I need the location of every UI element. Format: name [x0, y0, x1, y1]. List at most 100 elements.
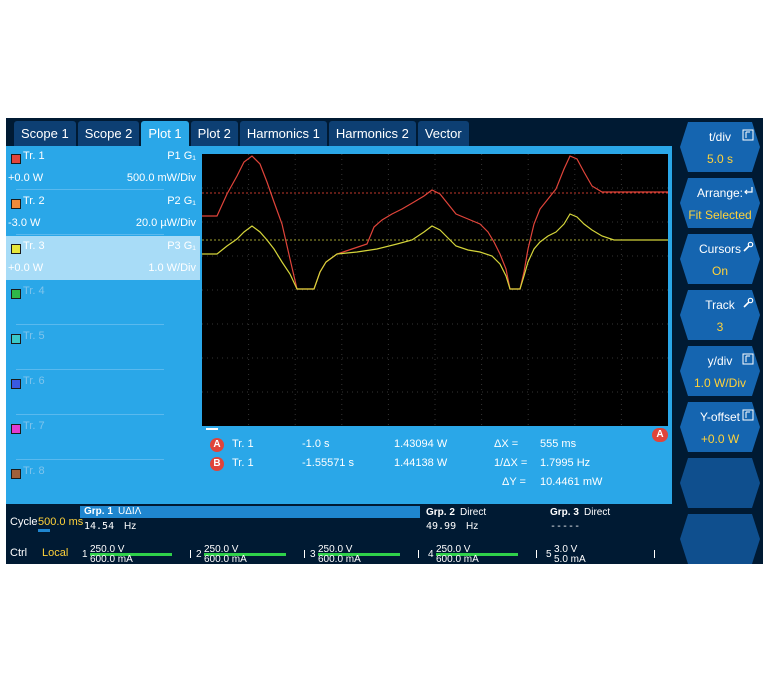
channel-range-tick: [536, 550, 537, 558]
channel-number: 2: [196, 549, 202, 560]
softkey-track[interactable]: Track 3: [680, 290, 760, 340]
track-separator: [16, 189, 164, 190]
track-offset-value: +0.0 W: [8, 172, 44, 184]
cursor-b-track: Tr. 1: [232, 457, 254, 469]
channel-current-range: 600.0 mA: [318, 554, 361, 564]
channel-current-range: 600.0 mA: [436, 554, 479, 564]
channel-number: 1: [82, 549, 88, 560]
track-8[interactable]: Tr. 8: [6, 461, 200, 505]
cursor-b-value: 1.44138 W: [394, 457, 448, 469]
track-5[interactable]: Tr. 5: [6, 326, 200, 370]
inverse-delta-x-value: 1.7995 Hz: [540, 457, 591, 469]
delta-y-row: ΔY = 10.4461 mW: [202, 474, 668, 492]
softkey-t-div[interactable]: t/div 5.0 s: [680, 122, 760, 172]
group-2-mode: Direct: [460, 507, 487, 518]
track-separator: [16, 324, 164, 325]
tab-scope-1[interactable]: Scope 1: [14, 121, 76, 147]
track-name: Tr. 1: [23, 150, 45, 162]
channel-3[interactable]: 3 250.0 V 600.0 mA: [310, 544, 422, 564]
softkey-y-div[interactable]: y/div 1.0 W/Div: [680, 346, 760, 396]
softkey-y-offset[interactable]: Y-offset +0.0 W: [680, 402, 760, 452]
group-1-header[interactable]: Grp. 1 UΔIΛ: [80, 506, 420, 518]
tab-vector[interactable]: Vector: [417, 121, 469, 147]
wrench-icon: [742, 296, 754, 308]
plot-canvas[interactable]: [202, 154, 668, 426]
track-name: Tr. 6: [23, 375, 45, 387]
cursor-a-track: Tr. 1: [232, 438, 254, 450]
cursor-b-badge[interactable]: B: [210, 457, 224, 471]
track-source: P1 G₁: [167, 150, 196, 162]
track-7[interactable]: Tr. 7: [6, 416, 200, 460]
group-3-name[interactable]: Grp. 3: [550, 507, 579, 518]
tab-plot-1[interactable]: Plot 1: [141, 121, 189, 147]
track-offset-value: +0.0 W: [8, 262, 44, 274]
tab-harmonics-1[interactable]: Harmonics 1: [239, 121, 327, 147]
channel-range-tick: [418, 550, 419, 558]
track-color-swatch: [11, 469, 21, 479]
group-3-frequency: -----: [550, 521, 581, 532]
softkey-empty-8[interactable]: [680, 514, 760, 564]
softkey-value: Fit Selected: [688, 208, 752, 222]
track-scale: 500.0 mW/Div: [126, 172, 196, 184]
delta-x-label: ΔX =: [494, 438, 519, 450]
channel-range-tick: [654, 550, 655, 558]
group-1-name: Grp. 1: [84, 506, 113, 517]
track-name: Tr. 7: [23, 420, 45, 432]
channel-5[interactable]: 5 3.0 V 5.0 mA: [546, 544, 658, 564]
softkey-empty-7[interactable]: [680, 458, 760, 508]
track-6[interactable]: Tr. 6: [6, 371, 200, 415]
group-2-frequency: 49.99: [426, 521, 457, 532]
softkey-value: On: [711, 264, 728, 278]
track-name: Tr. 4: [23, 285, 45, 297]
track-name: Tr. 5: [23, 330, 45, 342]
tab-bar: Scope 1 Scope 2 Plot 1 Plot 2 Harmonics 1 Har…: [14, 121, 471, 147]
channel-1[interactable]: 1 250.0 V 600.0 mA: [82, 544, 194, 564]
track-2[interactable]: Tr. 2 P2 G₁ -3.0 W 20.0 µW/Div: [6, 191, 200, 235]
track-name: Tr. 3: [23, 240, 45, 252]
track-list: Tr. 1 P1 G₁ +0.0 W 500.0 mW/Div Tr. 2 P2 G₁ -3…: [6, 146, 200, 505]
channel-number: 5: [546, 549, 552, 560]
cursor-b-time: -1.55571 s: [302, 457, 354, 469]
track-color-swatch: [11, 244, 21, 254]
channel-4[interactable]: 4 250.0 V 600.0 mA: [428, 544, 540, 564]
cycle-indicator: [38, 529, 50, 532]
softkey-panel: t/div 5.0 s Arrange: Fit Selected Cursors On T…: [676, 118, 763, 564]
inverse-delta-x-label: 1/ΔX =: [494, 457, 528, 469]
track-color-swatch: [11, 154, 21, 164]
tab-plot-2[interactable]: Plot 2: [190, 121, 238, 147]
ctrl-value: Local: [42, 547, 69, 559]
group-2-name[interactable]: Grp. 2: [426, 507, 455, 518]
cycle-value: 500.0 ms: [38, 516, 84, 528]
track-color-swatch: [11, 199, 21, 209]
return-icon: [742, 184, 754, 196]
cursor-a-row: A Tr. 1 -1.0 s 1.43094 W ΔX = 555 ms: [202, 436, 668, 454]
cursor-a-time: -1.0 s: [302, 438, 330, 450]
softkey-arrange[interactable]: Arrange: Fit Selected: [680, 178, 760, 228]
scroll-position-mark: [206, 428, 218, 430]
softkey-cursors[interactable]: Cursors On: [680, 234, 760, 284]
track-source: P2 G₁: [167, 195, 196, 207]
track-color-swatch: [11, 424, 21, 434]
channel-range-tick: [190, 550, 191, 558]
channel-2[interactable]: 2 250.0 V 600.0 mA: [196, 544, 308, 564]
softkey-value: 1.0 W/Div: [693, 376, 746, 390]
tab-scope-2[interactable]: Scope 2: [77, 121, 140, 147]
channel-range-tick: [304, 550, 305, 558]
cursor-a-value: 1.43094 W: [394, 438, 448, 450]
cursor-readout: A Tr. 1 -1.0 s 1.43094 W ΔX = 555 ms B T…: [202, 432, 668, 504]
delta-x-value: 555 ms: [540, 438, 577, 450]
track-color-swatch: [11, 289, 21, 299]
scale-icon: [742, 352, 754, 365]
track-name: Tr. 2: [23, 195, 45, 207]
track-source: P3 G₁: [167, 240, 196, 252]
tab-harmonics-2[interactable]: Harmonics 2: [328, 121, 416, 147]
channel-current-range: 600.0 mA: [204, 554, 247, 564]
track-3[interactable]: Tr. 3 P3 G₁ +0.0 W 1.0 W/Div: [6, 236, 200, 280]
channel-number: 4: [428, 549, 434, 560]
softkey-value: 5.0 s: [706, 152, 733, 166]
track-color-swatch: [11, 334, 21, 344]
cursor-a-badge[interactable]: A: [210, 438, 224, 452]
track-4[interactable]: Tr. 4: [6, 281, 200, 325]
track-1[interactable]: Tr. 1 P1 G₁ +0.0 W 500.0 mW/Div: [6, 146, 200, 190]
channel-number: 3: [310, 549, 316, 560]
